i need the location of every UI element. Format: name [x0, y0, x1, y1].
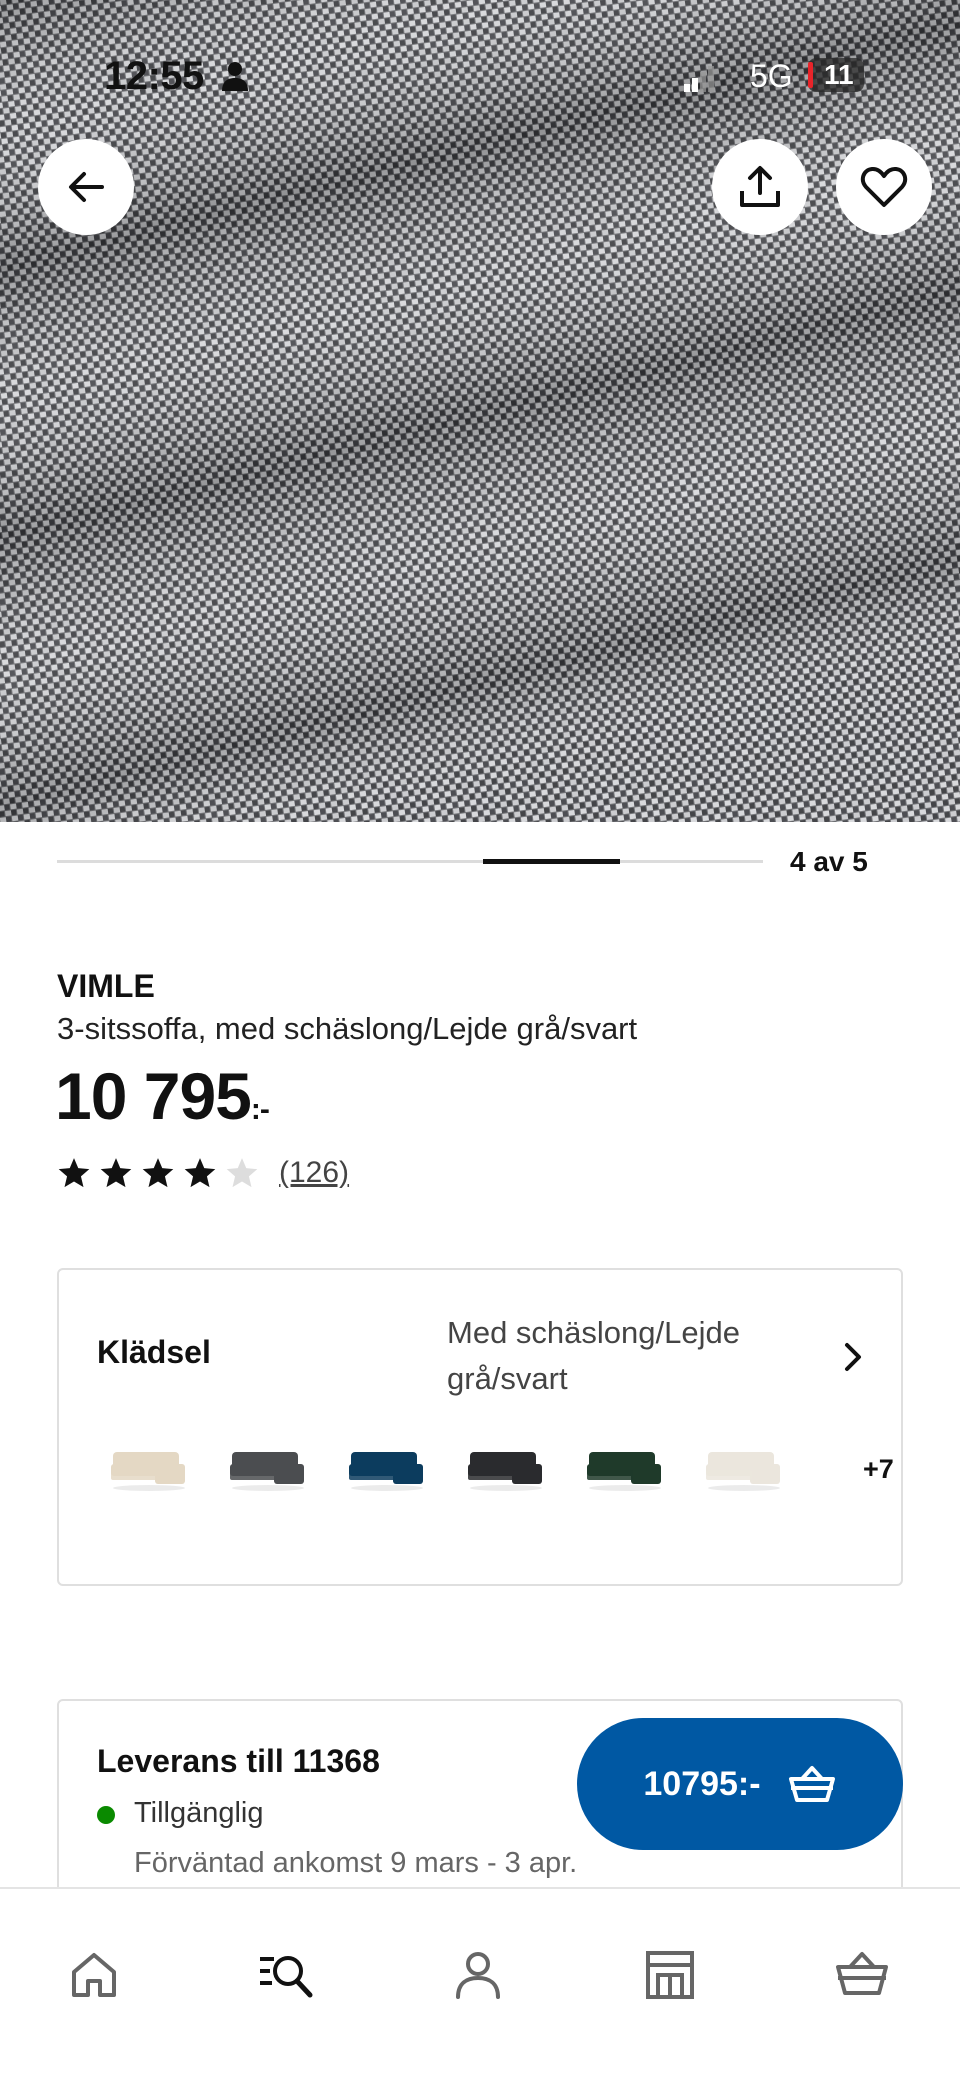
add-to-cart-button[interactable]: 10795:- [577, 1718, 903, 1850]
heart-icon [860, 166, 908, 207]
battery-icon: 11 [808, 58, 864, 92]
image-progress-bar [57, 859, 763, 864]
review-count-link[interactable]: (126) [279, 1156, 349, 1190]
delivery-eta: Förväntad ankomst 9 mars - 3 apr. [134, 1847, 578, 1879]
chevron-right-icon [845, 1343, 861, 1371]
image-page-indicator: 4 av 5 [790, 846, 868, 877]
profile-icon [456, 1952, 500, 1999]
swatch-sofa-light-beige[interactable] [704, 1440, 784, 1498]
battery-level: 11 [824, 59, 854, 90]
favorite-button[interactable] [836, 139, 932, 235]
star-filled-icon [100, 1158, 132, 1188]
arrow-left-icon [69, 172, 104, 202]
image-progress-active-segment [482, 859, 620, 864]
product-rating[interactable]: (126) [57, 1153, 349, 1193]
swatch-sofa-dark-blue[interactable] [347, 1440, 427, 1498]
nav-store[interactable] [640, 1945, 700, 2005]
status-bar: 12:55 5G 11 [0, 0, 960, 150]
star-filled-icon [142, 1158, 174, 1188]
swatch-sofa-dark-grey[interactable] [228, 1440, 308, 1498]
basket-icon [836, 1952, 888, 1995]
home-icon [72, 1953, 116, 1997]
availability-status-dot [97, 1806, 115, 1824]
swatch-sofa-black[interactable] [466, 1440, 546, 1498]
upholstery-swatches: +7 [109, 1440, 894, 1500]
bottom-navigation [0, 1887, 960, 2087]
nav-search[interactable] [256, 1945, 316, 2005]
upholstery-label: Klädsel [97, 1334, 211, 1370]
product-name: VIMLE [57, 968, 155, 1004]
nav-home[interactable] [64, 1945, 124, 2005]
person-icon [222, 62, 248, 91]
delivery-title: Leverans till 11368 [97, 1743, 380, 1779]
nav-profile[interactable] [448, 1945, 508, 2005]
basket-icon [788, 1766, 835, 1802]
signal-icon [684, 66, 714, 92]
store-icon [646, 1951, 694, 1999]
swatch-sofa-beige[interactable] [109, 1440, 189, 1498]
back-button[interactable] [38, 139, 134, 235]
star-filled-icon [58, 1158, 90, 1188]
product-price: 10 795:- [55, 1058, 270, 1134]
availability-status: Tillgänglig [134, 1797, 264, 1829]
battery-level-indicator [808, 62, 813, 88]
price-suffix: :- [250, 1093, 270, 1126]
rating-stars [57, 1156, 267, 1190]
price-amount: 10 795 [55, 1059, 252, 1133]
nav-cart[interactable] [832, 1945, 892, 2005]
star-empty-icon [226, 1158, 258, 1188]
product-description: 3-sitssoffa, med schäslong/Lejde grå/sva… [57, 1011, 638, 1046]
add-to-cart-price: 10795:- [643, 1764, 761, 1803]
share-icon [740, 166, 780, 207]
star-filled-icon [184, 1158, 216, 1188]
search-icon [260, 1956, 313, 1998]
more-options-count[interactable]: +7 [863, 1454, 894, 1485]
network-label: 5G [750, 58, 793, 94]
upholstery-value: Med schäslong/Lejde grå/svart [447, 1315, 740, 1396]
status-time: 12:55 [104, 54, 204, 98]
share-button[interactable] [712, 139, 808, 235]
upholstery-selector[interactable]: Klädsel Med schäslong/Lejde grå/svart +7 [57, 1268, 903, 1586]
swatch-sofa-dark-green[interactable] [585, 1440, 665, 1498]
product-image[interactable]: 12:55 5G 11 [0, 0, 960, 822]
